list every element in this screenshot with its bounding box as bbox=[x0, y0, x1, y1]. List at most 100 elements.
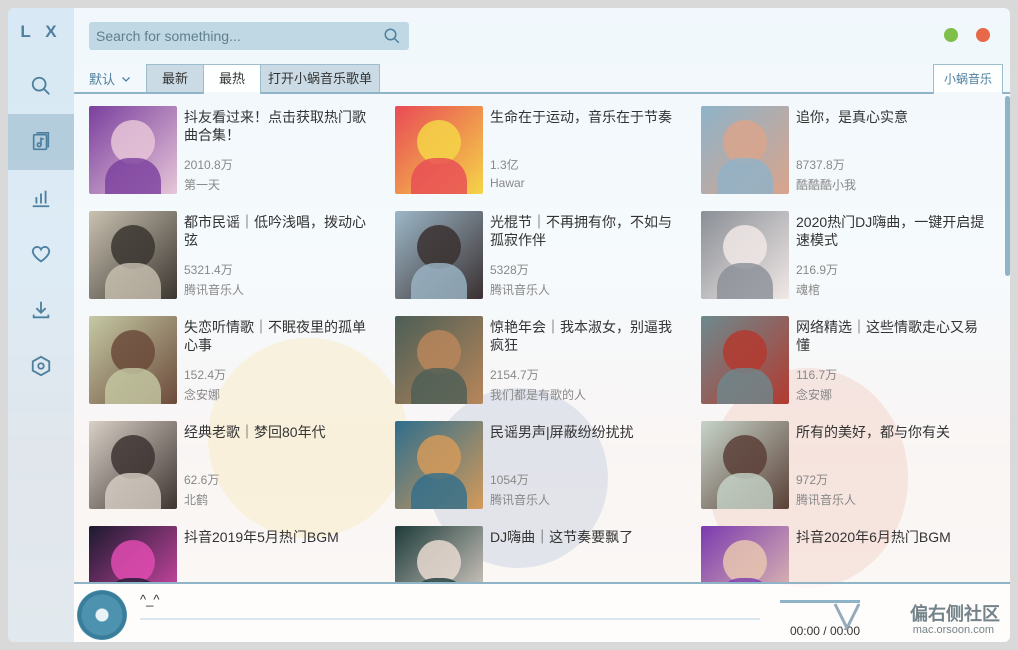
search-icon bbox=[31, 76, 50, 95]
play-count: 972万 bbox=[796, 473, 829, 487]
play-count: 1.3亿 bbox=[490, 158, 519, 172]
tab-newest[interactable]: 最新 bbox=[146, 64, 204, 92]
sort-dropdown[interactable]: 默认 bbox=[89, 69, 132, 88]
playlist-author: 腾讯音乐人 bbox=[796, 493, 857, 507]
minimize-button[interactable] bbox=[944, 28, 958, 42]
playlist-grid: 抖友看过来！点击获取热门歌曲合集！ 2010.8万 第一天 生命在于运动，音乐在于节奏… bbox=[89, 106, 989, 582]
play-count: 116.7万 bbox=[796, 368, 838, 382]
playlist-title[interactable]: 民谣男声|屏蔽纷纷扰扰 bbox=[490, 423, 685, 441]
close-button[interactable] bbox=[976, 28, 990, 42]
cover-figure bbox=[717, 368, 773, 404]
playlist-title[interactable]: 所有的美好，都与你有关 bbox=[796, 423, 989, 441]
playlist-author: 念安娜 bbox=[184, 388, 221, 402]
sidebar-item-search[interactable] bbox=[8, 58, 74, 114]
playlist-cover[interactable] bbox=[701, 211, 789, 299]
now-playing-title: ^_^ bbox=[140, 592, 160, 607]
playlist-title[interactable]: 2020热门DJ嗨曲，一键开启提速模式 bbox=[796, 213, 989, 249]
search-bar bbox=[89, 22, 409, 50]
cover-figure bbox=[717, 473, 773, 509]
playlist-title[interactable]: 失恋听情歌｜不眠夜里的孤单心事 bbox=[184, 318, 379, 354]
playlist-cover[interactable] bbox=[89, 316, 177, 404]
playlist-title[interactable]: 抖音2019年5月热门BGM bbox=[184, 528, 379, 546]
playlist-cover[interactable] bbox=[701, 106, 789, 194]
play-count: 2010.8万 bbox=[184, 158, 233, 172]
playlist-cover[interactable] bbox=[701, 316, 789, 404]
playlist-card[interactable]: 光棍节｜不再拥有你，不如与孤寂作伴 5328万腾讯音乐人 bbox=[395, 211, 685, 301]
playlist-title[interactable]: DJ嗨曲｜这节奏要飘了 bbox=[490, 528, 685, 546]
playlist-cover[interactable] bbox=[395, 421, 483, 509]
playlist-cover[interactable] bbox=[89, 526, 177, 582]
play-count: 5328万 bbox=[490, 263, 529, 277]
cover-figure bbox=[717, 263, 773, 299]
chevron-down-icon bbox=[122, 76, 130, 82]
playlist-card[interactable]: 都市民谣｜低吟浅唱，拨动心弦 5321.4万 腾讯音乐人 bbox=[89, 211, 379, 301]
playlist-author: 我们都是有歌的人 bbox=[490, 388, 587, 402]
tab-open-playlist[interactable]: 打开小蜗音乐歌单 bbox=[260, 64, 380, 92]
playlist-card[interactable]: 民谣男声|屏蔽纷纷扰扰 1054万 腾讯音乐人 bbox=[395, 421, 685, 511]
playlist-cover[interactable] bbox=[701, 526, 789, 582]
playlist-cover[interactable] bbox=[395, 316, 483, 404]
music-list-icon bbox=[32, 132, 50, 151]
playlist-card[interactable]: 抖音2020年6月热门BGM bbox=[701, 526, 989, 582]
playlist-title[interactable]: 生命在于运动，音乐在于节奏 bbox=[490, 108, 685, 126]
cover-figure bbox=[105, 473, 161, 509]
playlist-author: 腾讯音乐人 bbox=[184, 283, 245, 297]
search-icon[interactable] bbox=[383, 27, 401, 45]
playlist-title[interactable]: 惊艳年会｜我本淑女，别逼我疯狂 bbox=[490, 318, 685, 354]
playlist-title[interactable]: 经典老歌｜梦回80年代 bbox=[184, 423, 379, 441]
playlist-author: 酷酷酷小我 bbox=[796, 178, 857, 192]
play-count: 216.9万 bbox=[796, 263, 839, 277]
sidebar-item-download[interactable] bbox=[8, 282, 74, 338]
playlist-title[interactable]: 网络精选｜这些情歌走心又易懂 bbox=[796, 318, 989, 354]
playlist-cover[interactable] bbox=[89, 106, 177, 194]
playlist-card[interactable]: DJ嗨曲｜这节奏要飘了 bbox=[395, 526, 685, 582]
play-count: 62.6万 bbox=[184, 473, 220, 487]
sidebar-item-leaderboard[interactable] bbox=[8, 170, 74, 226]
progress-bar[interactable] bbox=[140, 618, 760, 620]
playlist-cover[interactable] bbox=[701, 421, 789, 509]
playlist-card[interactable]: 所有的美好，都与你有关 972万腾讯音乐人 bbox=[701, 421, 989, 511]
playlist-title[interactable]: 都市民谣｜低吟浅唱，拨动心弦 bbox=[184, 213, 379, 249]
app-window: L X 默认 最新 bbox=[8, 8, 1010, 642]
playlist-card[interactable]: 追你，是真心实意 8737.8万 酷酷酷小我 bbox=[701, 106, 989, 196]
album-disc[interactable] bbox=[77, 590, 127, 640]
settings-icon bbox=[31, 355, 51, 377]
watermark: 偏右侧社区 mac.orsoon.com bbox=[827, 592, 1002, 638]
scrollbar[interactable] bbox=[1005, 96, 1010, 276]
tab-hottest[interactable]: 最热 bbox=[203, 64, 261, 94]
playlist-author: 腾讯音乐人 bbox=[490, 283, 551, 297]
playlist-card[interactable]: 惊艳年会｜我本淑女，别逼我疯狂 2154.7万 我们都是有歌的人 bbox=[395, 316, 685, 406]
playlist-cover[interactable] bbox=[395, 211, 483, 299]
sidebar: L X bbox=[8, 8, 74, 642]
playlist-cover[interactable] bbox=[395, 106, 483, 194]
playlist-card[interactable]: 抖友看过来！点击获取热门歌曲合集！ 2010.8万 第一天 bbox=[89, 106, 379, 196]
playlist-title[interactable]: 抖友看过来！点击获取热门歌曲合集！ bbox=[184, 108, 379, 144]
playlist-cover[interactable] bbox=[89, 421, 177, 509]
playlist-card[interactable]: 2020热门DJ嗨曲，一键开启提速模式 216.9万 魂棺 bbox=[701, 211, 989, 301]
cover-figure bbox=[111, 540, 155, 582]
playlist-card[interactable]: 生命在于运动，音乐在于节奏 1.3亿 Hawar bbox=[395, 106, 685, 196]
playlist-title[interactable]: 追你，是真心实意 bbox=[796, 108, 989, 126]
playlist-card[interactable]: 经典老歌｜梦回80年代 62.6万 北鹤 bbox=[89, 421, 379, 511]
watermark-logo-icon bbox=[833, 603, 861, 632]
playlist-cover[interactable] bbox=[395, 526, 483, 582]
sidebar-item-favorites[interactable] bbox=[8, 226, 74, 282]
app-logo: L X bbox=[20, 22, 62, 41]
playlist-title[interactable]: 抖音2020年6月热门BGM bbox=[796, 528, 989, 546]
playlist-card[interactable]: 失恋听情歌｜不眠夜里的孤单心事 152.4万 念安娜 bbox=[89, 316, 379, 406]
sidebar-item-settings[interactable] bbox=[8, 338, 74, 394]
cover-figure bbox=[411, 263, 467, 299]
sidebar-item-songlist[interactable] bbox=[8, 114, 74, 170]
playlist-author: 魂棺 bbox=[796, 283, 821, 297]
cover-figure bbox=[105, 263, 161, 299]
playlist-title[interactable]: 光棍节｜不再拥有你，不如与孤寂作伴 bbox=[490, 213, 685, 249]
cover-figure bbox=[723, 540, 767, 582]
playlist-card[interactable]: 网络精选｜这些情歌走心又易懂 116.7万 念安娜 bbox=[701, 316, 989, 406]
source-selector[interactable]: 小蜗音乐 bbox=[933, 64, 1003, 94]
playlist-cover[interactable] bbox=[89, 211, 177, 299]
playlist-card[interactable]: 抖音2019年5月热门BGM bbox=[89, 526, 379, 582]
search-input[interactable] bbox=[89, 22, 376, 50]
cover-figure bbox=[417, 540, 461, 582]
cover-figure bbox=[105, 158, 161, 194]
cover-figure bbox=[411, 473, 467, 509]
